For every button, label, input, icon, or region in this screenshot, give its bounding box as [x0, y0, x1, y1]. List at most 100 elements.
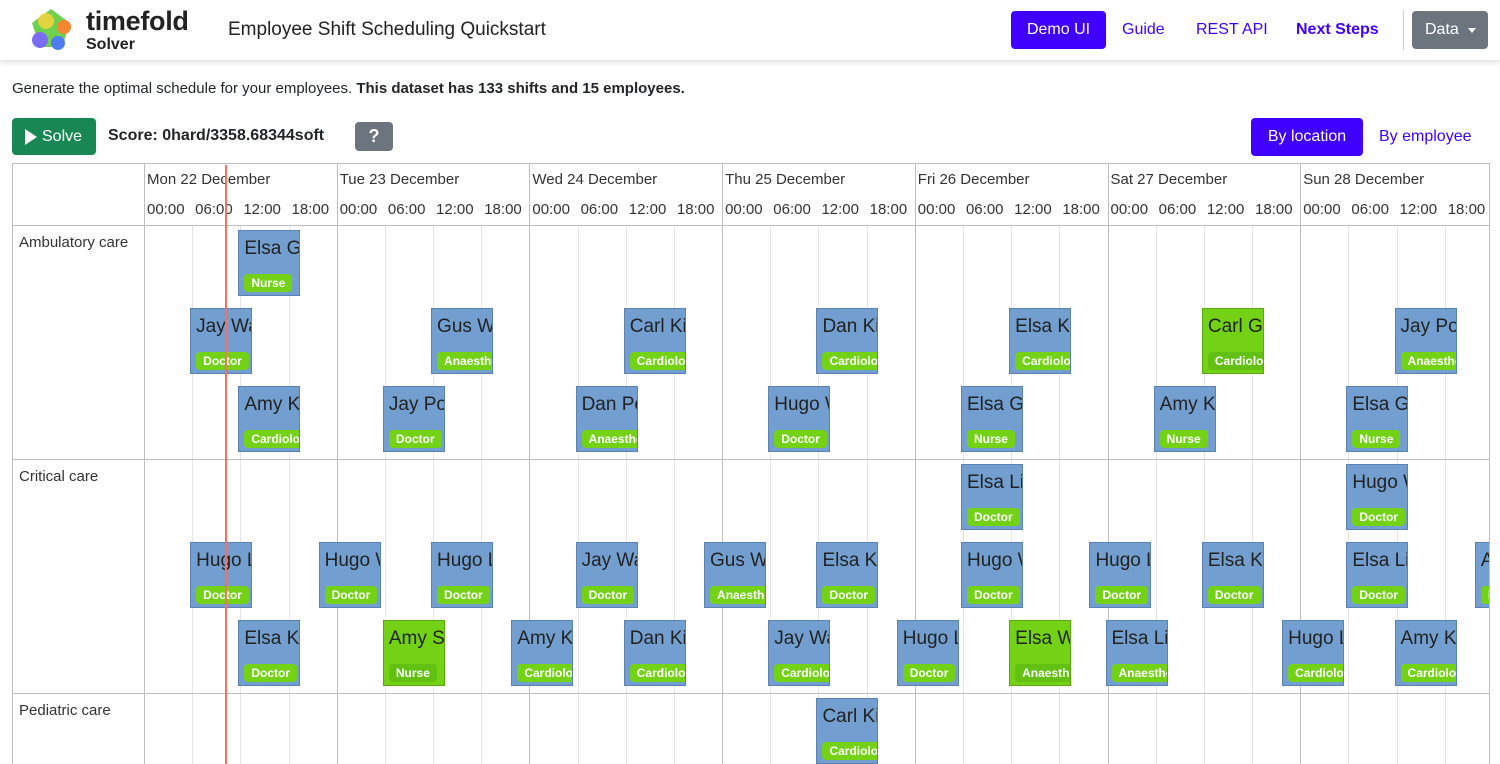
- shift-item[interactable]: Jay Poe Anaesthetics: [1394, 308, 1457, 374]
- hour-label: 00:00: [1110, 201, 1149, 218]
- help-button[interactable]: ?: [355, 122, 393, 151]
- logo-text[interactable]: timefold Solver: [86, 8, 189, 53]
- shift-item[interactable]: Hugo LiDoctor: [896, 620, 959, 686]
- shift-employee-name: Jay Watt: [581, 550, 637, 571]
- shift-skill-badge: Anaesthetics: [1400, 352, 1456, 370]
- navbar: timefold Solver Employee Shift Schedulin…: [0, 0, 1500, 60]
- group-label: Pediatric care: [19, 702, 111, 719]
- hour-label: 00:00: [147, 201, 185, 218]
- hour-label: 12:00: [1399, 201, 1438, 218]
- hour-label: 00:00: [725, 201, 763, 218]
- shift-item[interactable]: Elsa Green Nurse: [238, 230, 301, 296]
- shift-item[interactable]: Amy King Nurse: [1153, 386, 1216, 452]
- header-divider: [13, 225, 1489, 226]
- shift-item[interactable]: Amy King Cardiology: [238, 386, 301, 452]
- hour-label: 06:00: [195, 201, 233, 218]
- shift-item[interactable]: Amy Smith Nurse: [382, 620, 445, 686]
- hour-gridline: [192, 225, 194, 764]
- by-location-tab[interactable]: By location: [1251, 118, 1363, 156]
- page-title: Employee Shift Scheduling Quickstart: [228, 19, 546, 40]
- schedule-timeline[interactable]: Mon 22 December 00:00 06:00 12:00 18:00 Tue 2…: [12, 163, 1490, 764]
- shift-employee-name: Elsa Green: [1352, 394, 1409, 415]
- shift-skill-badge: Doctor: [388, 430, 442, 448]
- shift-employee-name: Amy King: [517, 628, 574, 649]
- shift-item[interactable]: Hugo Watt Doctor: [318, 542, 381, 608]
- day-label: Tue 23 December: [339, 171, 460, 188]
- shift-item[interactable]: Hugo LiDoctor: [1089, 542, 1152, 608]
- shift-item[interactable]: Elsa King Doctor: [238, 620, 301, 686]
- shift-skill-badge: Cardiology: [517, 664, 573, 682]
- shift-skill-badge: Doctor: [1095, 586, 1149, 604]
- shift-item[interactable]: Jay Poe Doctor: [382, 386, 445, 452]
- shift-item[interactable]: Hugo LiDoctor: [190, 542, 253, 608]
- shift-employee-name: Hugo Watt: [1352, 472, 1407, 493]
- shift-item[interactable]: Hugo Watt Doctor: [960, 542, 1023, 608]
- shift-item[interactable]: Elsa King Doctor: [1201, 542, 1264, 608]
- shift-item[interactable]: Gus Watt Anaesthetics: [704, 542, 767, 608]
- group-label: Ambulatory care: [19, 234, 129, 251]
- shift-employee-name: Dan King: [629, 628, 686, 649]
- day-label: Sun 28 December: [1303, 171, 1425, 188]
- logo-name: timefold: [86, 6, 189, 36]
- shift-item[interactable]: Hugo LiDoctor: [431, 542, 494, 608]
- hour-gridline: [1252, 225, 1254, 764]
- hour-label: 12:00: [1014, 201, 1052, 218]
- hour-label: 12:00: [628, 201, 667, 218]
- shift-item[interactable]: Elsa Li Doctor: [1346, 542, 1409, 608]
- shift-skill-badge: Doctor: [324, 586, 378, 604]
- hour-gridline: [577, 225, 579, 764]
- day-divider: [336, 164, 338, 764]
- by-employee-tab[interactable]: By employee: [1379, 118, 1472, 156]
- nav-guide[interactable]: Guide: [1111, 11, 1176, 49]
- shift-item[interactable]: Carl King Cardiology: [623, 308, 686, 374]
- nav-demo-ui[interactable]: Demo UI: [1011, 11, 1106, 49]
- shift-skill-badge: Anaesthetics: [437, 352, 493, 370]
- shift-item[interactable]: Gus Watt Anaesthetics: [431, 308, 494, 374]
- shift-skill-badge: Cardiology: [774, 664, 830, 682]
- hour-label: 12:00: [436, 201, 474, 218]
- shift-skill-badge: Doctor: [822, 586, 876, 604]
- shift-item[interactable]: Elsa Li Doctor: [960, 464, 1023, 530]
- hour-label: 18:00: [676, 201, 715, 218]
- timefold-logo-icon[interactable]: [28, 7, 74, 53]
- shift-skill-badge: Doctor: [966, 586, 1020, 604]
- shift-item[interactable]: Carl Green Cardiology: [1201, 308, 1264, 374]
- shift-item[interactable]: Dan Poe Anaesthetics: [575, 386, 638, 452]
- shift-item[interactable]: Elsa King Cardiology: [1009, 308, 1072, 374]
- shift-skill-badge: Doctor: [196, 352, 249, 370]
- shift-skill-badge: Cardiology: [1015, 352, 1071, 370]
- shift-item[interactable]: Hugo Watt Doctor: [1346, 464, 1409, 530]
- shift-item[interactable]: Dan King Cardiology: [816, 308, 879, 374]
- shift-item[interactable]: Amy Doctor: [1474, 542, 1489, 608]
- data-dropdown-label: Data: [1425, 21, 1459, 38]
- intro-bold-text: This dataset has 133 shifts and 15 emplo…: [356, 80, 685, 97]
- shift-employee-name: Amy King: [244, 394, 301, 415]
- shift-item[interactable]: Amy King Cardiology: [1394, 620, 1457, 686]
- shift-item[interactable]: Dan King Cardiology: [623, 620, 686, 686]
- shift-item[interactable]: Jay WattDoctor: [190, 308, 253, 374]
- solve-button[interactable]: Solve: [12, 118, 96, 155]
- shift-skill-badge: Doctor: [1480, 586, 1489, 604]
- hour-label: 18:00: [869, 201, 908, 218]
- day-label: Sat 27 December: [1110, 171, 1228, 188]
- shift-item[interactable]: Amy King Cardiology: [511, 620, 574, 686]
- shift-item[interactable]: Elsa Watt Anaesthetics: [1009, 620, 1072, 686]
- group-divider: [13, 693, 1489, 694]
- nav-next-steps[interactable]: Next Steps: [1285, 11, 1390, 49]
- day-label: Wed 24 December: [532, 171, 658, 188]
- shift-item[interactable]: Jay WattDoctor: [575, 542, 638, 608]
- hour-label: 12:00: [243, 201, 281, 218]
- shift-item[interactable]: Hugo Watt Doctor: [768, 386, 831, 452]
- shift-employee-name: Elsa King: [1015, 316, 1071, 337]
- nav-rest-api[interactable]: REST API: [1185, 11, 1279, 49]
- shift-item[interactable]: Elsa Green Nurse: [960, 386, 1023, 452]
- shift-item[interactable]: Elsa King Doctor: [816, 542, 879, 608]
- shift-item[interactable]: Carl King Cardiology: [816, 698, 879, 764]
- shift-item[interactable]: Elsa Green Nurse: [1346, 386, 1409, 452]
- label-column-divider: [144, 164, 145, 764]
- shift-item[interactable]: Hugo Li Cardiology: [1282, 620, 1345, 686]
- shift-employee-name: Amy: [1481, 550, 1489, 572]
- data-dropdown-button[interactable]: Data: [1412, 11, 1488, 49]
- shift-item[interactable]: Jay Watt Cardiology: [768, 620, 831, 686]
- shift-item[interactable]: Elsa Li Anaesthetics: [1105, 620, 1168, 686]
